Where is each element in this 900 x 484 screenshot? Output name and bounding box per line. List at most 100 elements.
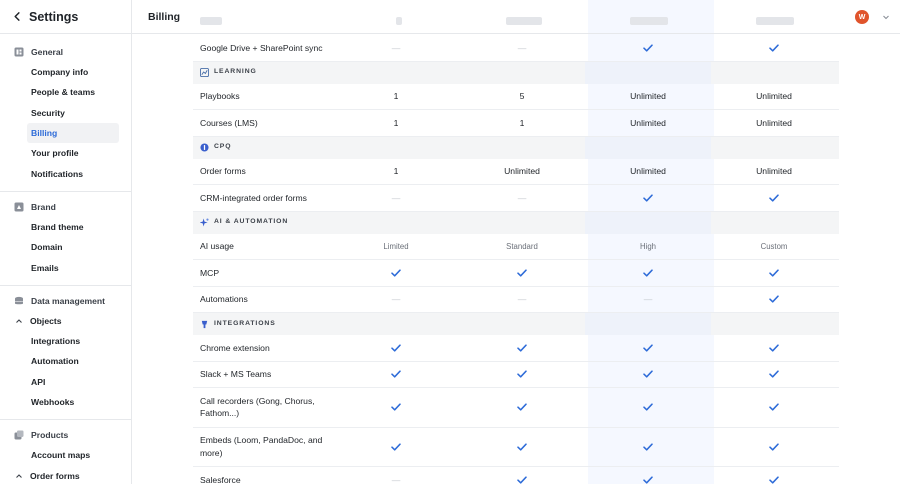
category-text: LEARNING [214,68,257,76]
table-row: Order forms 1 Unlimited Unlimited Unlimited [193,159,839,185]
sidebar-item-your-profile[interactable]: Your profile [0,143,131,163]
plan-header-placeholder [630,17,668,25]
sidebar-item-order-forms[interactable]: Order forms [0,465,131,484]
plan-value: 1 [393,117,399,128]
sidebar-divider [0,419,131,421]
table-row: Chrome extension [193,335,839,362]
plan-value: Unlimited [630,91,666,102]
sidebar-title: Settings [29,9,79,24]
plan-value: Unlimited [504,166,540,177]
sidebar-item-brand-theme[interactable]: Brand theme [0,217,131,237]
check-icon [585,370,711,378]
feature-label: Chrome extension [200,342,270,353]
plug-icon [200,320,209,329]
sidebar-item-webhooks[interactable]: Webhooks [0,392,131,412]
plan-value: Unlimited [630,117,666,128]
sidebar-item-integrations[interactable]: Integrations [0,331,131,351]
feature-label: Embeds (Loom, PandaDoc, and more) [200,435,323,458]
not-included-dash: — [391,192,401,203]
check-icon [711,44,837,52]
sidebar-divider [0,190,131,192]
chevron-down-icon[interactable] [882,13,890,23]
plan-header-placeholder [396,17,402,25]
check-icon [585,194,711,202]
check-icon [333,403,459,411]
category-cell [459,62,585,84]
section-data-management-label: Data management [31,295,106,306]
sidebar-item-objects[interactable]: Objects [0,311,131,331]
category-cell [333,313,459,335]
plan-value: Unlimited [756,166,792,177]
page-title: Billing [148,10,181,23]
chevron-up-icon [15,317,25,325]
table-row: Salesforce — [193,467,839,484]
products-icon [14,430,24,440]
feature-label: CRM-integrated order forms [200,192,307,203]
category-cell [585,313,711,335]
sparkle-icon [200,218,209,227]
table-row: Call recorders (Gong, Chorus, Fathom...) [193,388,839,428]
category-row: CPQ [193,136,839,159]
plan-value: 5 [519,91,525,102]
check-icon [711,269,837,277]
category-label: LEARNING [193,66,333,79]
cpq-icon [200,143,209,152]
check-icon [711,295,837,303]
avatar[interactable]: W [855,10,869,24]
table-row: Slack + MS Teams [193,362,839,388]
check-icon [333,443,459,451]
section-brand-label: Brand [31,201,56,212]
check-icon [585,344,711,352]
sidebar-item-people-teams[interactable]: People & teams [0,82,131,102]
sidebar-item-objects-label: Objects [30,315,62,326]
sidebar-item-billing[interactable]: Billing [27,122,119,144]
sidebar-item-automation[interactable]: Automation [0,351,131,371]
not-included-dash: — [391,474,401,484]
plan-value: Limited [383,241,409,251]
feature-label: Salesforce [200,474,241,484]
check-icon [585,443,711,451]
sidebar-item-api[interactable]: API [0,372,131,392]
general-icon [14,47,24,57]
category-cell [585,136,711,159]
back-arrow-icon[interactable] [10,10,24,24]
category-cell [711,137,837,159]
sidebar-header: Settings [0,0,131,34]
sidebar-divider [0,284,131,286]
check-icon [333,370,459,378]
sidebar-item-account-maps[interactable]: Account maps [0,445,131,465]
sidebar-item-security[interactable]: Security [0,103,131,123]
check-icon [711,370,837,378]
check-icon [333,269,459,277]
check-icon [459,370,585,378]
check-icon [459,344,585,352]
table-row: Embeds (Loom, PandaDoc, and more) [193,428,839,467]
plan-value: Unlimited [756,117,792,128]
category-label: INTEGRATIONS [193,318,333,331]
category-cell [333,62,459,84]
category-cell [585,61,711,84]
category-cell [333,212,459,234]
feature-label: Google Drive + SharePoint sync [200,42,323,53]
plan-value: Standard [506,241,538,251]
sidebar-item-notifications[interactable]: Notifications [0,163,131,183]
database-icon [14,296,24,306]
plan-header-placeholder [756,17,794,25]
sidebar-item-domain[interactable]: Domain [0,237,131,257]
plan-value: Unlimited [630,166,666,177]
check-icon [459,403,585,411]
feature-label: Automations [200,294,248,304]
sidebar-item-emails[interactable]: Emails [0,257,131,277]
feature-label: Courses (LMS) [200,117,258,128]
table-row: Playbooks 1 5 Unlimited Unlimited [193,84,839,110]
check-icon [711,344,837,352]
plan-value: 1 [393,166,399,177]
not-included-dash: — [643,294,653,305]
category-cell [585,211,711,234]
check-icon [711,443,837,451]
section-products-label: Products [31,430,69,441]
category-cell [711,212,837,234]
check-icon [459,443,585,451]
plan-value: 1 [393,91,399,102]
sidebar-item-company-info[interactable]: Company info [0,62,131,82]
